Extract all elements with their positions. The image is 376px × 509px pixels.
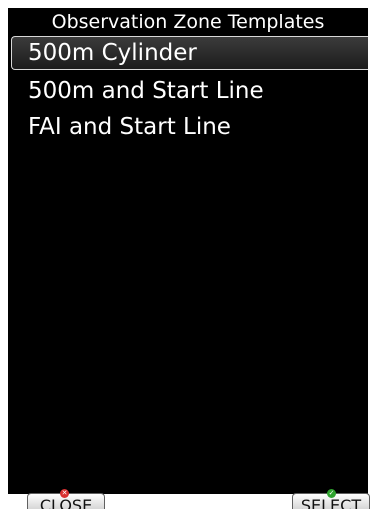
template-list[interactable]: 500m Cylinder 500m and Start Line FAI an…	[8, 36, 368, 494]
check-icon: ✓	[327, 489, 336, 498]
dialog-frame: Observation Zone Templates 500m Cylinder…	[0, 0, 376, 509]
list-item-500m-start-line[interactable]: 500m and Start Line	[8, 74, 368, 108]
list-item-500m-cylinder[interactable]: 500m Cylinder	[11, 36, 368, 70]
dialog-title: Observation Zone Templates	[8, 8, 368, 36]
list-item-fai-start-line[interactable]: FAI and Start Line	[8, 110, 368, 144]
close-button-label: CLOSE	[39, 496, 93, 509]
select-button-label: SELECT	[300, 496, 362, 509]
close-icon: ✕	[60, 489, 69, 498]
